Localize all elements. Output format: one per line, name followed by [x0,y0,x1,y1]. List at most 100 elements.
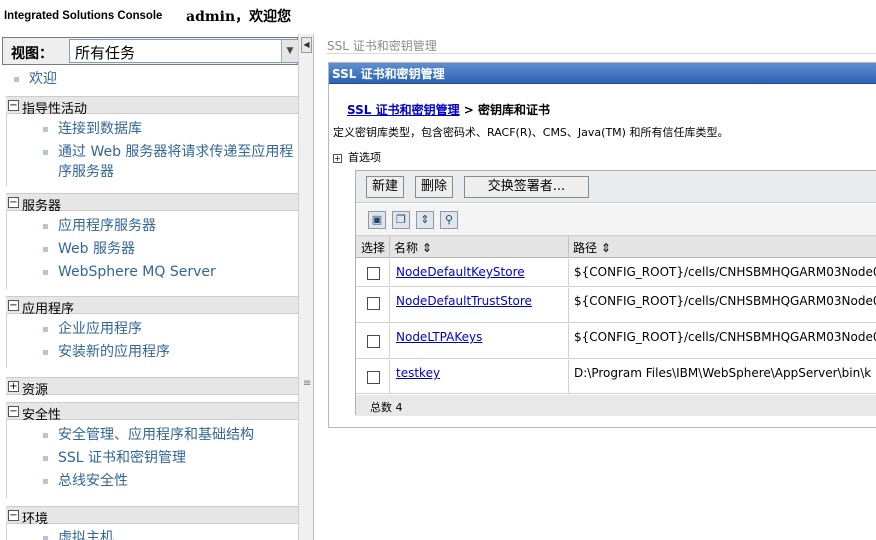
welcome-text: admin，欢迎您 [186,9,292,25]
nav-section-body: 连接到数据库 通过 Web 服务器将请求传递至应用程序服务器 [6,114,298,186]
collapse-pane-arrow-icon[interactable]: ◀ [301,37,312,53]
section-title: 资源 [22,383,49,398]
row-checkbox[interactable] [367,297,380,310]
nav-item-route-requests[interactable]: 通过 Web 服务器将请求传递至应用程序服务器 [43,142,295,182]
clear-filter-icon[interactable]: ⚲ [440,211,458,229]
column-separator [568,324,569,359]
nav-item-web-servers[interactable]: Web 服务器 [43,239,295,259]
column-separator [389,259,390,287]
nav-section-applications[interactable]: − 应用程序 [6,296,298,317]
splitter-grip-icon[interactable]: ≡ [303,378,311,389]
view-selector-row: 视图： 所有任务 ▼ [2,37,298,65]
nav-item-bus-security[interactable]: 总线安全性 [43,471,295,491]
nav-section-body: 应用程序服务器 Web 服务器 WebSphere MQ Server [6,211,298,289]
nav-section-environment[interactable]: − 环境 [6,506,298,527]
deselect-all-icon[interactable]: ❐ [392,211,410,229]
bullet-icon [43,327,48,332]
table-row: testkey D:\Program Files\IBM\WebSphere\A… [356,360,876,394]
expand-icon[interactable]: + [8,381,19,392]
nav-section-body: 虚拟主机 [6,524,298,540]
keystore-link[interactable]: NodeDefaultTrustStore [396,294,532,308]
breadcrumb-link-ssl[interactable]: SSL 证书和密钥管理 [347,103,460,117]
view-select-value: 所有任务 [75,44,136,62]
nav-item-mq-server[interactable]: WebSphere MQ Server [43,262,295,282]
column-separator [568,236,569,258]
sort-icon[interactable]: ⇕ [601,241,611,255]
new-button[interactable]: 新建 [366,176,405,198]
bullet-icon [43,536,48,540]
keystore-table: 新建 删除 交换签署者... ▣ ❐ ⇕ ⚲ 选择 名称 ⇕ 路径 ⇕ Node… [355,170,876,416]
select-all-icon[interactable]: ▣ [368,211,386,229]
bullet-icon [43,433,48,438]
view-select[interactable]: 所有任务 ▼ [69,39,298,63]
exchange-signers-button[interactable]: 交换签署者... [464,176,589,198]
table-toolbar: ▣ ❐ ⇕ ⚲ [356,204,876,236]
keystore-link[interactable]: NodeLTPAKeys [396,330,482,344]
keystore-path: ${CONFIG_ROOT}/cells/CNHSBMHQGARM03Node0 [574,330,876,344]
table-row: NodeLTPAKeys ${CONFIG_ROOT}/cells/CNHSBM… [356,324,876,359]
table-row: NodeDefaultKeyStore ${CONFIG_ROOT}/cells… [356,259,876,287]
nav-item-virtual-hosts[interactable]: 虚拟主机 [43,528,295,540]
delete-button[interactable]: 删除 [415,176,454,198]
portlet-panel: SSL 证书和密钥管理 SSL 证书和密钥管理 > 密钥库和证书 定义密钥库类型… [328,62,876,428]
view-label: 视图： [11,46,53,62]
column-separator [568,259,569,287]
collapse-icon[interactable]: − [8,510,19,521]
row-checkbox[interactable] [367,335,380,348]
nav-item-install-app[interactable]: 安装新的应用程序 [43,342,295,362]
column-header-name[interactable]: 名称 ⇕ [394,239,432,256]
portlet-title-bar: SSL 证书和密钥管理 [329,63,876,84]
page-description: 定义密钥库类型，包含密码术、RACF(R)、CMS、Java(TM) 和所有信任… [333,126,729,139]
column-separator [568,360,569,394]
divider [326,53,876,54]
portlet-title: SSL 证书和密钥管理 [332,67,445,81]
preferences-toggle[interactable]: + 首选项 [333,149,381,165]
column-separator [389,360,390,394]
collapse-icon[interactable]: − [8,100,19,111]
content-pane: SSL 证书和密钥管理 SSL 证书和密钥管理 SSL 证书和密钥管理 > 密钥… [314,34,876,540]
breadcrumb: SSL 证书和密钥管理 > 密钥库和证书 [347,101,550,118]
bullet-icon [43,150,48,155]
sort-icon[interactable]: ⇕ [422,241,432,255]
keystore-path: ${CONFIG_ROOT}/cells/CNHSBMHQGARM03Node0 [574,265,876,279]
chevron-down-icon[interactable]: ▼ [281,40,298,62]
app-title: Integrated Solutions Console [4,8,163,22]
collapse-icon[interactable]: − [8,197,19,208]
column-separator [389,288,390,323]
keystore-link[interactable]: testkey [396,366,440,380]
nav-section-resources[interactable]: + 资源 [6,377,298,398]
nav-section-servers[interactable]: − 服务器 [6,193,298,214]
nav-item-app-servers[interactable]: 应用程序服务器 [43,216,295,236]
nav-section-body: 安全管理、应用程序和基础结构 SSL 证书和密钥管理 总线安全性 [6,420,298,498]
expand-icon[interactable]: + [333,154,342,163]
collapse-icon[interactable]: − [8,300,19,311]
page-breadcrumb: SSL 证书和密钥管理 [327,39,437,53]
keystore-path: ${CONFIG_ROOT}/cells/CNHSBMHQGARM03Node0 [574,294,876,308]
top-banner: Integrated Solutions Console admin，欢迎您 [0,0,876,34]
nav-item-connect-db[interactable]: 连接到数据库 [43,119,295,139]
breadcrumb-current: 密钥库和证书 [478,103,551,117]
bullet-icon [43,224,48,229]
nav-item-security-admin[interactable]: 安全管理、应用程序和基础结构 [43,425,295,445]
column-separator [389,236,390,258]
bullet-icon [43,456,48,461]
nav-section-security[interactable]: − 安全性 [6,402,298,423]
table-row: NodeDefaultTrustStore ${CONFIG_ROOT}/cel… [356,288,876,323]
bullet-icon [43,479,48,484]
nav-welcome-link[interactable]: 欢迎 [14,68,57,88]
bullet-icon [43,270,48,275]
nav-section-guided-activities[interactable]: − 指导性活动 [6,96,298,117]
pane-splitter[interactable]: ◀ ≡ [298,34,313,540]
show-filter-icon[interactable]: ⇕ [416,211,434,229]
row-checkbox[interactable] [367,371,380,384]
keystore-link[interactable]: NodeDefaultKeyStore [396,265,525,279]
navigation-tree: 视图： 所有任务 ▼ 欢迎 − 指导性活动 连接到数据库 通过 Web 服务器将… [0,34,298,540]
column-header-path[interactable]: 路径 ⇕ [573,239,611,256]
collapse-icon[interactable]: − [8,406,19,417]
bullet-icon [14,76,19,82]
table-footer: 总数 4 [356,395,876,416]
nav-item-enterprise-apps[interactable]: 企业应用程序 [43,319,295,339]
nav-item-ssl-cert-mgmt[interactable]: SSL 证书和密钥管理 [43,448,295,468]
breadcrumb-separator: > [463,103,474,117]
row-checkbox[interactable] [367,267,380,280]
